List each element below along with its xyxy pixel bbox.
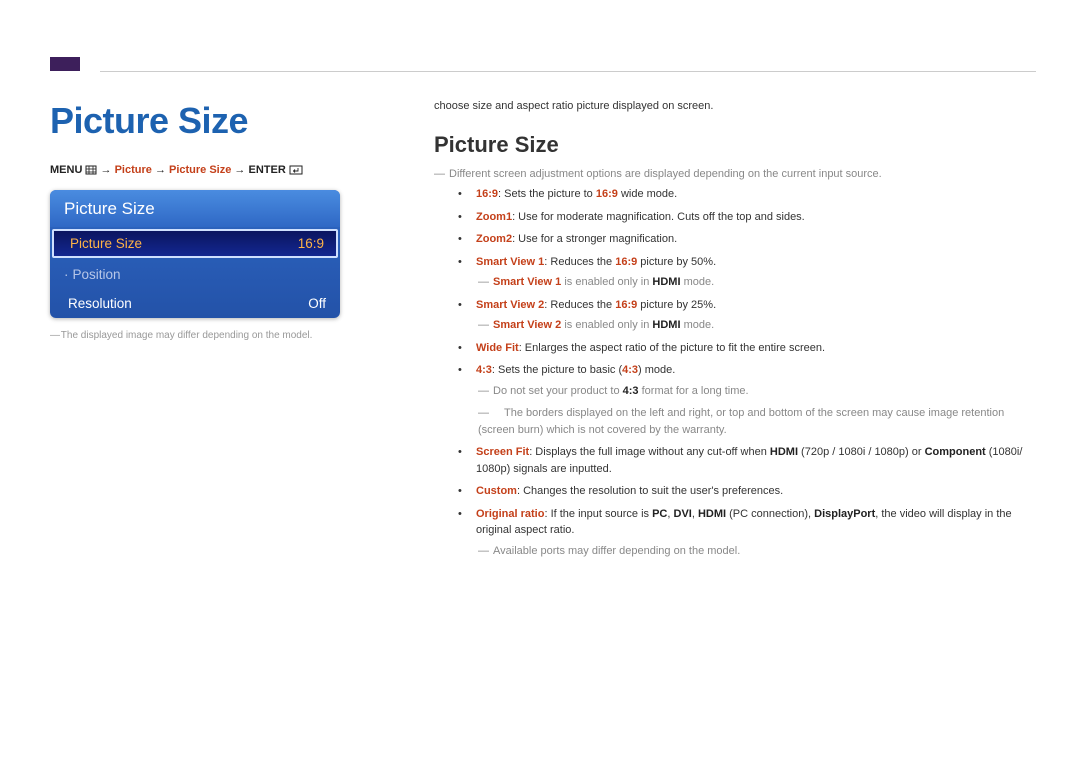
opt-bold: DisplayPort [814, 508, 875, 520]
opt-text: : Enlarges the aspect ratio of the pictu… [519, 342, 825, 354]
opt-label: Custom [476, 485, 517, 497]
note-hl: Smart View 2 [493, 319, 561, 331]
opt-hl2: 4:3 [622, 364, 638, 376]
note-text: The borders displayed on the left and ri… [478, 407, 1004, 436]
opt-label: Smart View 2 [476, 299, 544, 311]
note-tail: mode. [681, 319, 715, 331]
breadcrumb-arrow: → [101, 164, 112, 176]
breadcrumb-picture-size: Picture Size [169, 164, 231, 176]
opt-label: Zoom1 [476, 211, 512, 223]
opt-text: : Sets the picture to basic ( [492, 364, 622, 376]
osd-row-label: Resolution [64, 296, 132, 311]
opt-text: (PC connection), [726, 508, 814, 520]
note-tail: format for a long time. [639, 385, 749, 397]
opt-text: : If the input source is [544, 508, 652, 520]
opt-text: : Use for a stronger magnification. [512, 233, 677, 245]
option-custom: Custom: Changes the resolution to suit t… [458, 483, 1032, 500]
opt-tail: ) mode. [638, 364, 675, 376]
option-zoom2: Zoom2: Use for a stronger magnification. [458, 231, 1032, 248]
options-list: 16:9: Sets the picture to 16:9 wide mode… [434, 186, 1032, 559]
opt-label: Zoom2 [476, 233, 512, 245]
section-subtitle: Picture Size [434, 132, 1032, 158]
osd-row-label: Position [64, 267, 121, 282]
note-text: is enabled only in [561, 276, 652, 288]
opt-label: 16:9 [476, 188, 498, 200]
sub-note-43b: ―The borders displayed on the left and r… [478, 405, 1032, 438]
sub-note-43a: Do not set your product to 4:3 format fo… [478, 383, 1032, 400]
option-smart-view-2: Smart View 2: Reduces the 16:9 picture b… [458, 297, 1032, 334]
sub-note-sv2: Smart View 2 is enabled only in HDMI mod… [478, 317, 1032, 334]
note-bold: HDMI [652, 276, 680, 288]
option-smart-view-1: Smart View 1: Reduces the 16:9 picture b… [458, 254, 1032, 291]
note-text: is enabled only in [561, 319, 652, 331]
opt-label: 4:3 [476, 364, 492, 376]
breadcrumb-menu: MENU [50, 164, 82, 176]
note-input-source: Different screen adjustment options are … [434, 168, 1032, 180]
right-column: choose size and aspect ratio picture dis… [434, 100, 1032, 565]
left-column: Picture Size MENU → Picture → Picture Si… [50, 100, 410, 565]
osd-menu-header: Picture Size [50, 190, 340, 227]
osd-row-value: 16:9 [298, 236, 324, 251]
opt-label: Smart View 1 [476, 256, 544, 268]
breadcrumb-arrow: → [155, 164, 166, 176]
note-tail: mode. [681, 276, 715, 288]
sub-note-original: Available ports may differ depending on … [478, 543, 1032, 560]
sub-note-sv1: Smart View 1 is enabled only in HDMI mod… [478, 274, 1032, 291]
breadcrumb: MENU → Picture → Picture Size → ENTER [50, 164, 410, 178]
opt-label: Screen Fit [476, 446, 529, 458]
opt-text: : Reduces the [544, 299, 615, 311]
opt-text: : Sets the picture to [498, 188, 596, 200]
opt-tail: picture by 50%. [637, 256, 716, 268]
horizontal-rule-top [100, 71, 1036, 72]
osd-row-value: Off [308, 296, 326, 311]
opt-text: : Displays the full image without any cu… [529, 446, 770, 458]
opt-bold: HDMI [770, 446, 798, 458]
opt-text: : Use for moderate magnification. Cuts o… [512, 211, 805, 223]
page-title: Picture Size [50, 100, 410, 142]
image-caption-note: The displayed image may differ depending… [50, 330, 410, 341]
option-16-9: 16:9: Sets the picture to 16:9 wide mode… [458, 186, 1032, 203]
opt-bold: DVI [674, 508, 692, 520]
note-text: Do not set your product to [493, 385, 623, 397]
opt-hl2: 16:9 [615, 256, 637, 268]
note-bold: HDMI [652, 319, 680, 331]
osd-menu-row-picture-size[interactable]: Picture Size 16:9 [52, 229, 338, 258]
option-4-3: 4:3: Sets the picture to basic (4:3) mod… [458, 362, 1032, 438]
opt-text: : Reduces the [544, 256, 615, 268]
osd-menu-preview: Picture Size Picture Size 16:9 Position … [50, 190, 340, 318]
menu-grid-icon [85, 165, 97, 178]
intro-text: choose size and aspect ratio picture dis… [434, 100, 1032, 112]
opt-bold: Component [925, 446, 986, 458]
osd-menu-row-position[interactable]: Position [50, 260, 340, 289]
opt-text: (720p / 1080i / 1080p) or [798, 446, 925, 458]
note-bold: 4:3 [623, 385, 639, 397]
note-hl: Smart View 1 [493, 276, 561, 288]
opt-label: Wide Fit [476, 342, 519, 354]
option-wide-fit: Wide Fit: Enlarges the aspect ratio of t… [458, 340, 1032, 357]
opt-label: Original ratio [476, 508, 544, 520]
opt-hl2: 16:9 [596, 188, 618, 200]
decorative-bar [50, 57, 80, 71]
opt-hl2: 16:9 [615, 299, 637, 311]
breadcrumb-picture: Picture [115, 164, 152, 176]
option-zoom1: Zoom1: Use for moderate magnification. C… [458, 209, 1032, 226]
enter-icon [289, 165, 303, 178]
osd-menu-row-resolution[interactable]: Resolution Off [50, 289, 340, 318]
breadcrumb-arrow: → [234, 164, 245, 176]
osd-row-label: Picture Size [66, 236, 142, 251]
opt-text: : Changes the resolution to suit the use… [517, 485, 783, 497]
breadcrumb-enter: ENTER [248, 164, 285, 176]
opt-bold: PC [652, 508, 667, 520]
option-screen-fit: Screen Fit: Displays the full image with… [458, 444, 1032, 477]
opt-tail: wide mode. [618, 188, 677, 200]
opt-bold: HDMI [698, 508, 726, 520]
option-original-ratio: Original ratio: If the input source is P… [458, 506, 1032, 560]
opt-tail: picture by 25%. [637, 299, 716, 311]
